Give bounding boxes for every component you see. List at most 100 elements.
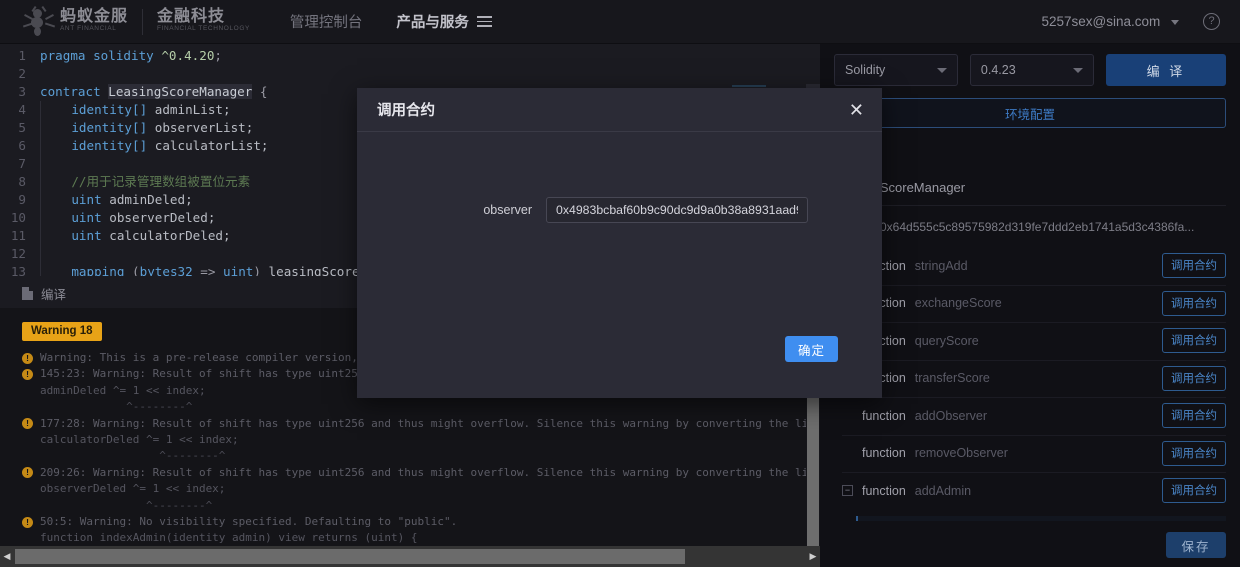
horizontal-scrollbar[interactable]: ◀ ▶ [0,546,820,567]
function-row: function queryScore 调用合约 [820,322,1240,360]
brand-sub-cn: 金融科技 [157,8,226,25]
hamburger-menu-icon[interactable] [476,16,492,27]
warning-info-icon: ! [22,352,33,364]
right-panel: Solidity 0.4.23 编 译 环境配置 singScoreManage… [820,44,1240,567]
line-number: 3 [18,84,26,99]
warning-caret-line: ^--------^ [40,449,226,463]
save-button[interactable]: 保存 [1166,532,1226,558]
line-number: 1 [18,48,26,63]
top-header: 蚂蚁金服 ANT FINANCIAL 金融科技 FINANCIAL TECHNO… [0,0,1240,44]
warning-caret-line: ^--------^ [40,498,213,512]
chevron-down-icon [1171,19,1179,25]
function-row: function removeObserver 调用合约 [820,434,1240,473]
code-text: pragma solidity ^0.4.20; [40,48,222,63]
line-number: 10 [10,210,26,225]
line-number: 13 [10,264,26,276]
language-select-value: Solidity [845,63,886,77]
line-number: 4 [18,102,26,117]
call-contract-button[interactable]: 调用合约 [1162,253,1226,279]
help-icon[interactable]: ? [1203,13,1220,30]
brand-divider [142,8,144,35]
language-select[interactable]: Solidity [834,54,958,86]
code-text: //用于记录管理数组被置位元素 [40,173,250,191]
right-panel-footer: 保存 [820,521,1240,567]
compile-button[interactable]: 编 译 [1105,54,1226,86]
header-right: 5257sex@sina.com ? [1041,13,1240,30]
line-number: 5 [18,120,26,135]
dialog-header: 调用合约 ✕ [357,88,882,132]
function-name: addAdmin [914,483,972,498]
horizontal-scroll-thumb[interactable] [15,549,685,564]
warning-entry: ! 177:28: Warning: Result of shift has ty… [0,416,820,432]
warning-caret-line: ^--------^ [40,400,193,414]
user-email-label: 5257sex@sina.com [1041,14,1161,29]
function-name: removeObserver [914,446,1008,461]
warning-message: Warning: This is a pre-release compiler … [40,351,391,364]
observer-field-label: observer [483,203,532,217]
warning-message: 50:5: Warning: No visibility specified. … [40,515,458,529]
code-line: 1 pragma solidity ^0.4.20; [0,47,820,65]
brand-name-en: ANT FINANCIAL [60,25,117,32]
function-name: addObserver [914,408,988,423]
line-number: 9 [18,192,26,207]
scroll-right-arrow-icon[interactable]: ▶ [806,551,820,562]
observer-form-row: observer [357,132,882,223]
user-account-menu[interactable]: 5257sex@sina.com [1041,14,1179,29]
version-select[interactable]: 0.4.23 [969,54,1094,86]
chevron-down-icon [1072,67,1083,73]
confirm-button[interactable]: 确定 [785,336,838,362]
code-text: uint calculatorDeled; [40,227,231,245]
code-line: 2 [0,65,820,83]
call-contract-button[interactable]: 调用合约 [1162,290,1226,316]
line-number: 11 [10,228,26,243]
dialog-footer: 确定 [357,336,882,398]
code-text: uint observerDeled; [40,209,215,227]
warning-source-line: function indexAdmin(identity admin) view… [40,531,418,545]
function-row: function stringAdd 调用合约 [820,247,1240,285]
main-nav: 管理控制台 产品与服务 [290,11,492,32]
line-number: 7 [18,156,26,171]
call-contract-button[interactable]: 调用合约 [1162,328,1226,354]
warning-source-line: calculatorDeled ^= 1 << index; [40,433,239,447]
warning-info-icon: ! [22,368,33,380]
brand-sub-en: FINANCIAL TECHNOLOGY [157,25,250,32]
function-row: − function addAdmin 调用合约 [820,472,1240,510]
code-text: mapping (bytes32 => uint) leasingScore; [40,263,367,276]
code-text: uint adminDeled; [40,191,193,209]
function-name: stringAdd [914,258,968,273]
line-number: 2 [18,66,26,81]
function-row: function exchangeScore 调用合约 [820,284,1240,323]
observer-input[interactable] [546,197,808,223]
env-config-button[interactable]: 环境配置 [834,98,1226,128]
call-contract-button[interactable]: 调用合约 [1162,478,1226,504]
line-number: 8 [18,174,26,189]
brand-name-cn: 蚂蚁金服 [60,8,129,25]
function-keyword: function [862,483,906,498]
file-icon [22,286,33,300]
code-text: identity[] calculatorList; [40,137,268,155]
collapse-icon[interactable]: − [842,485,853,497]
dialog-body: observer [357,132,882,354]
call-contract-button[interactable]: 调用合约 [1162,403,1226,429]
function-name: transferScore [914,371,990,386]
code-text [40,155,41,173]
chevron-down-icon [936,67,947,73]
scroll-left-arrow-icon[interactable]: ◀ [0,551,14,562]
horizontal-scroll-track[interactable] [14,549,806,564]
call-contract-button[interactable]: 调用合约 [1162,440,1226,466]
call-contract-dialog: 调用合约 ✕ observer 确定 [357,88,882,398]
ant-financial-logo-icon [22,5,56,37]
version-select-value: 0.4.23 [980,63,1016,77]
warning-info-icon: ! [22,516,33,528]
warning-entry: ! 209:26: Warning: Result of shift has ty… [0,465,820,481]
line-number: 6 [18,138,26,153]
dialog-title: 调用合约 [377,103,435,119]
brand-logo[interactable]: 蚂蚁金服 ANT FINANCIAL 金融科技 FINANCIAL TECHNO… [0,5,250,37]
call-contract-button[interactable]: 调用合约 [1162,365,1226,391]
nav-item-console[interactable]: 管理控制台 [290,11,363,32]
line-number: 12 [10,246,26,261]
nav-item-products[interactable]: 产品与服务 [396,11,469,32]
contract-detail-list: singScoreManager ID：0x64d555c5c89575982d… [820,170,1240,528]
function-row: function addObserver 调用合约 [820,397,1240,435]
close-icon[interactable]: ✕ [849,101,864,119]
